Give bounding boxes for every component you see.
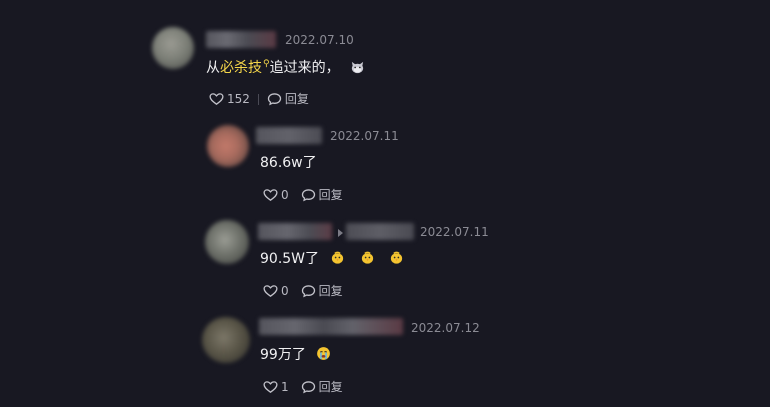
comment-text-suffix: 追过来的，: [269, 60, 340, 76]
heart-icon: [263, 285, 278, 297]
like-count: 0: [281, 188, 289, 202]
avatar[interactable]: [205, 220, 249, 264]
speech-bubble-icon: [301, 189, 315, 202]
comment-text: 99万了: [260, 345, 331, 365]
chick-icon: [391, 251, 403, 264]
like-button[interactable]: 1: [263, 380, 289, 394]
avatar[interactable]: [152, 27, 194, 69]
reply-label: 回复: [284, 92, 309, 106]
comment-text-body: 99万了: [260, 347, 306, 363]
reply-button[interactable]: 回复: [301, 188, 343, 202]
cat-face-icon: [351, 61, 364, 74]
search-icon[interactable]: ⚲: [263, 60, 270, 69]
divider: [257, 93, 259, 105]
like-button[interactable]: 0: [263, 284, 289, 298]
chick-icon: [361, 251, 374, 264]
username-blurred[interactable]: [258, 223, 332, 240]
comment-date: 2022.07.11: [420, 225, 489, 239]
speech-bubble-icon: [301, 381, 315, 394]
reply-button[interactable]: 回复: [301, 380, 343, 394]
chick-icon: [332, 251, 344, 264]
like-button[interactable]: 152: [209, 92, 250, 106]
comment-text: 从必杀技⚲追过来的，: [206, 58, 365, 78]
reply-button[interactable]: 回复: [267, 92, 309, 106]
avatar[interactable]: [202, 317, 250, 363]
comment-actions: 152 回复: [209, 92, 309, 106]
reply-label: 回复: [318, 380, 343, 394]
like-count: 0: [281, 284, 289, 298]
comment-text-body: 90.5W了: [260, 251, 320, 267]
comment-actions: 0 回复: [263, 284, 343, 298]
speech-bubble-icon: [267, 93, 282, 106]
heart-icon: [263, 189, 278, 201]
search-highlight-link[interactable]: 必杀技: [220, 60, 262, 76]
crying-face-icon: [317, 347, 331, 360]
username-blurred[interactable]: [206, 31, 276, 48]
comment-date: 2022.07.12: [411, 321, 480, 335]
reply-button[interactable]: 回复: [301, 284, 343, 298]
heart-icon: [209, 93, 224, 105]
like-button[interactable]: 0: [263, 188, 289, 202]
comment-date: 2022.07.10: [285, 33, 354, 47]
avatar[interactable]: [207, 125, 249, 167]
like-count: 1: [281, 380, 289, 394]
speech-bubble-icon: [301, 285, 315, 298]
reply-target-username-blurred[interactable]: [346, 223, 414, 240]
reply-arrow-icon: [338, 229, 343, 237]
reply-label: 回复: [318, 284, 343, 298]
comment-text: 86.6w了: [260, 155, 317, 171]
comment-actions: 0 回复: [263, 188, 343, 202]
comment-actions: 1 回复: [263, 380, 343, 394]
username-blurred[interactable]: [256, 127, 322, 144]
comment-text: 90.5W了: [260, 249, 404, 269]
comment-date: 2022.07.11: [330, 129, 399, 143]
heart-icon: [263, 381, 278, 393]
comment-text-prefix: 从: [206, 60, 220, 76]
reply-label: 回复: [318, 188, 343, 202]
username-blurred[interactable]: [259, 318, 403, 335]
like-count: 152: [227, 92, 250, 106]
